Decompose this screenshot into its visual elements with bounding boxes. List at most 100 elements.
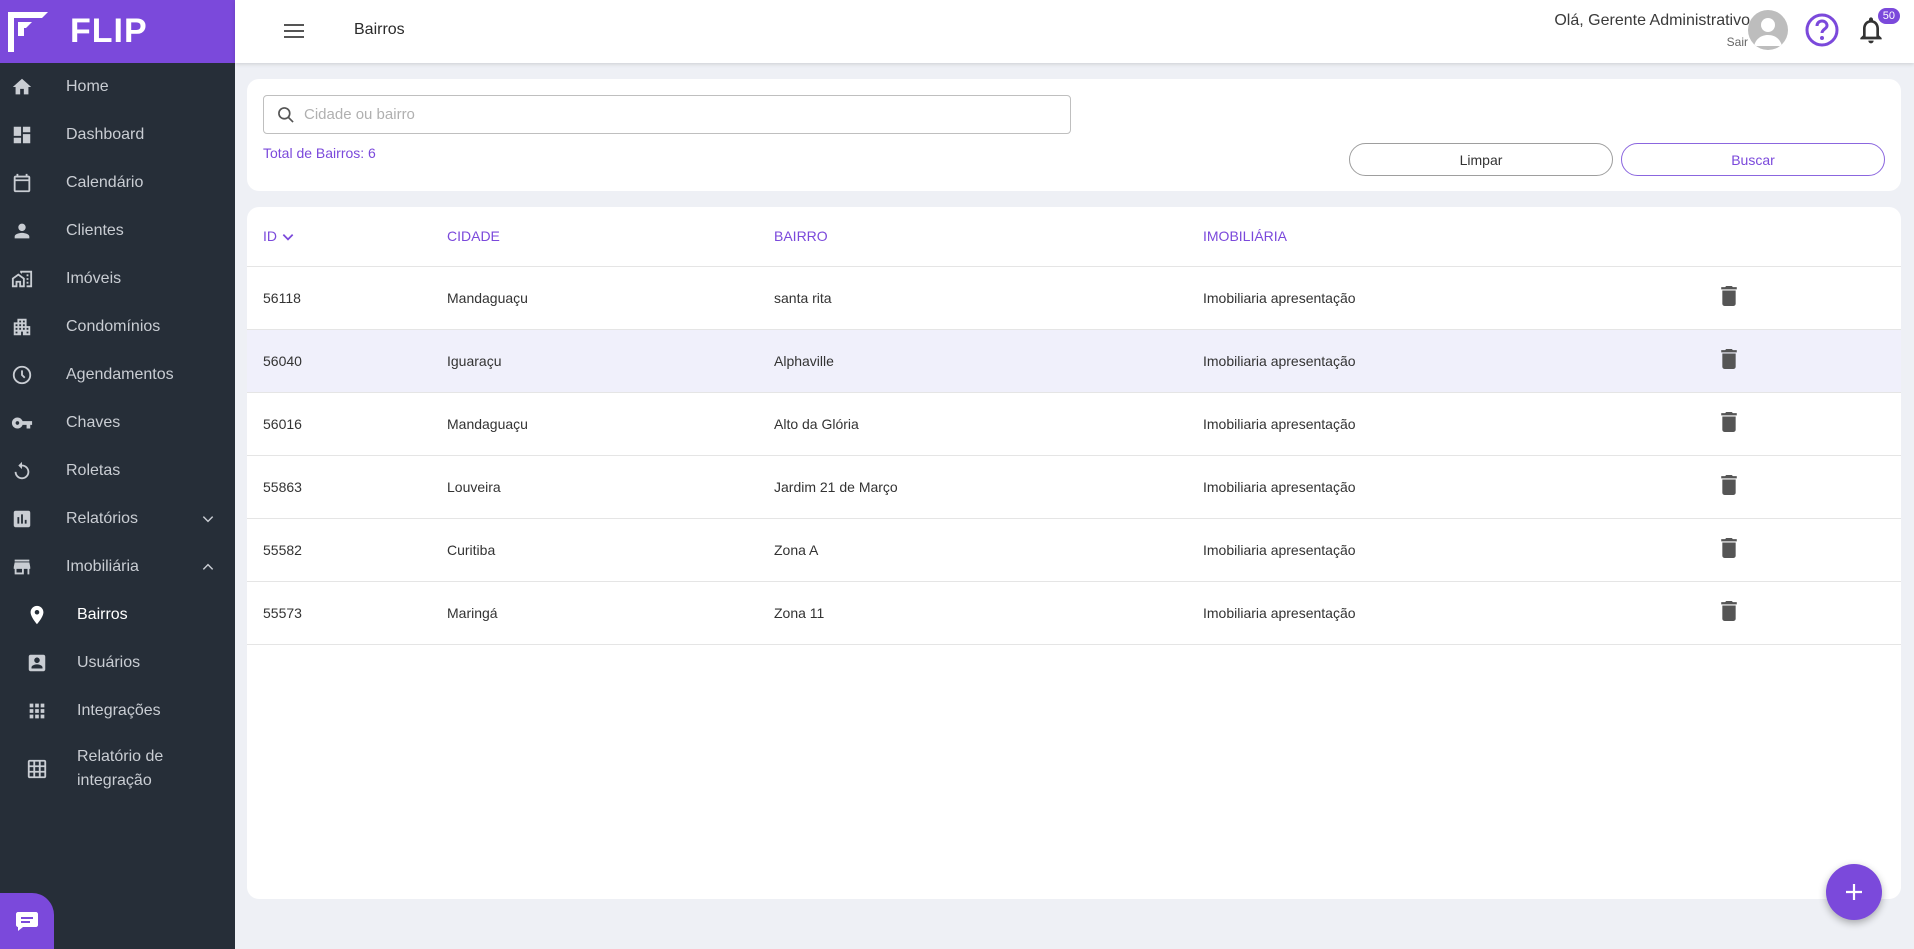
column-header-cidade[interactable]: CIDADE [447, 207, 774, 267]
cell-id: 56118 [247, 266, 447, 330]
calendar-icon [11, 172, 33, 194]
chat-icon [16, 912, 38, 931]
sidebar-item-chaves[interactable]: Chaves [0, 399, 235, 447]
top-header: Bairros Olá, Gerente Administrativo Sair… [235, 0, 1914, 63]
apartment-icon [11, 316, 33, 338]
cell-id: 55573 [247, 581, 447, 645]
table-row[interactable]: 55863 Louveira Jardim 21 de Março Imobil… [247, 455, 1901, 519]
cell-bairro: Jardim 21 de Março [774, 455, 1203, 519]
column-header-bairro[interactable]: BAIRRO [774, 207, 1203, 267]
brand-name: FLIP [70, 12, 148, 50]
rotate-icon [11, 460, 33, 482]
sidebar-item-label: Integrações [77, 702, 161, 719]
sort-chevron-down-icon [282, 234, 294, 241]
sidebar-item-clientes[interactable]: Clientes [0, 207, 235, 255]
cell-imobiliaria: Imobiliaria apresentação [1203, 329, 1720, 393]
trash-icon[interactable] [1720, 286, 1738, 306]
table-row[interactable]: 55573 Maringá Zona 11 Imobiliaria aprese… [247, 581, 1901, 645]
table-row[interactable]: 56016 Mandaguaçu Alto da Glória Imobilia… [247, 392, 1901, 456]
search-input[interactable] [304, 106, 1064, 123]
sidebar: FLIP Home Dashboard Calendário Clientes … [0, 0, 235, 949]
sidebar-item-usuarios[interactable]: Usuários [0, 639, 235, 687]
page-title: Bairros [354, 21, 405, 38]
cell-actions [1720, 518, 1901, 582]
notification-badge: 50 [1877, 8, 1900, 24]
cell-imobiliaria: Imobiliaria apresentação [1203, 392, 1720, 456]
cell-actions [1720, 329, 1901, 393]
filter-card: Total de Bairros: 6 Limpar Buscar [247, 79, 1901, 191]
sidebar-item-imobiliaria[interactable]: Imobiliária [0, 543, 235, 591]
sidebar-item-label: Usuários [77, 654, 141, 671]
trash-icon[interactable] [1720, 349, 1738, 369]
trash-icon[interactable] [1720, 538, 1738, 558]
sidebar-item-relatorio-integracao[interactable]: Relatório de integração [0, 735, 235, 803]
cell-actions [1720, 455, 1901, 519]
cell-bairro: Alphaville [774, 329, 1203, 393]
bairros-table: ID CIDADE BAIRRO IMOBILIÁRIA 56118 Manda… [247, 207, 1901, 645]
cell-id: 56016 [247, 392, 447, 456]
cell-id: 56040 [247, 329, 447, 393]
cell-bairro: Alto da Glória [774, 392, 1203, 456]
avatar[interactable] [1748, 10, 1788, 50]
menu-icon[interactable] [284, 23, 304, 39]
cell-actions [1720, 266, 1901, 330]
user-greeting: Olá, Gerente Administrativo [1554, 12, 1750, 29]
help-icon[interactable] [1804, 12, 1840, 48]
sidebar-item-bairros[interactable]: Bairros [0, 591, 235, 639]
sidebar-item-condominios[interactable]: Condomínios [0, 303, 235, 351]
table-row[interactable]: 56040 Iguaraçu Alphaville Imobiliaria ap… [247, 329, 1901, 393]
store-icon [11, 556, 33, 578]
chat-button[interactable] [0, 893, 54, 949]
cell-cidade: Mandaguaçu [447, 392, 774, 456]
sidebar-item-imoveis[interactable]: Imóveis [0, 255, 235, 303]
avatar-icon [1754, 18, 1782, 46]
sidebar-item-integracoes[interactable]: Integrações [0, 687, 235, 735]
trash-icon[interactable] [1720, 601, 1738, 621]
sidebar-item-label: Bairros [77, 606, 128, 623]
cell-bairro: Zona A [774, 518, 1203, 582]
cell-id: 55863 [247, 455, 447, 519]
sidebar-item-home[interactable]: Home [0, 63, 235, 111]
sidebar-item-label: Condomínios [66, 318, 161, 335]
table-row[interactable]: 55582 Curitiba Zona A Imobiliaria aprese… [247, 518, 1901, 582]
sidebar-item-relatorios[interactable]: Relatórios [0, 495, 235, 543]
cell-imobiliaria: Imobiliaria apresentação [1203, 455, 1720, 519]
table-row[interactable]: 56118 Mandaguaçu santa rita Imobiliaria … [247, 266, 1901, 330]
sidebar-item-label: Dashboard [66, 126, 145, 143]
column-header-label: ID [263, 228, 277, 245]
trash-icon[interactable] [1720, 475, 1738, 495]
sidebar-item-label: Calendário [66, 174, 144, 191]
sidebar-item-roletas[interactable]: Roletas [0, 447, 235, 495]
location-pin-icon [26, 604, 48, 626]
cell-cidade: Maringá [447, 581, 774, 645]
clear-button[interactable]: Limpar [1349, 143, 1613, 176]
sidebar-nav: Home Dashboard Calendário Clientes Imóve… [0, 63, 235, 803]
sidebar-item-agendamentos[interactable]: Agendamentos [0, 351, 235, 399]
cell-imobiliaria: Imobiliaria apresentação [1203, 518, 1720, 582]
sidebar-item-label: Agendamentos [66, 366, 174, 383]
logout-link[interactable]: Sair [1727, 35, 1748, 49]
column-header-id[interactable]: ID [247, 207, 447, 267]
apps-grid-icon [26, 700, 48, 722]
cell-cidade: Mandaguaçu [447, 266, 774, 330]
trash-icon[interactable] [1720, 412, 1738, 432]
column-header-imobiliaria[interactable]: IMOBILIÁRIA [1203, 207, 1720, 267]
cell-bairro: Zona 11 [774, 581, 1203, 645]
table-grid-icon [26, 758, 48, 780]
search-button[interactable]: Buscar [1621, 143, 1885, 176]
report-icon [11, 508, 33, 530]
sidebar-item-calendario[interactable]: Calendário [0, 159, 235, 207]
table-header-row: ID CIDADE BAIRRO IMOBILIÁRIA [247, 207, 1901, 267]
sidebar-item-label: Relatório de integração [77, 748, 164, 789]
cell-cidade: Iguaraçu [447, 329, 774, 393]
brand-logo[interactable]: FLIP [0, 0, 235, 63]
sidebar-item-dashboard[interactable]: Dashboard [0, 111, 235, 159]
sidebar-item-label: Clientes [66, 222, 124, 239]
cell-actions [1720, 392, 1901, 456]
chevron-down-icon [202, 516, 214, 523]
add-bairro-button[interactable] [1826, 864, 1882, 920]
clock-icon [11, 364, 33, 386]
building-icon [11, 268, 33, 290]
cell-bairro: santa rita [774, 266, 1203, 330]
sidebar-item-label: Relatórios [66, 510, 139, 527]
